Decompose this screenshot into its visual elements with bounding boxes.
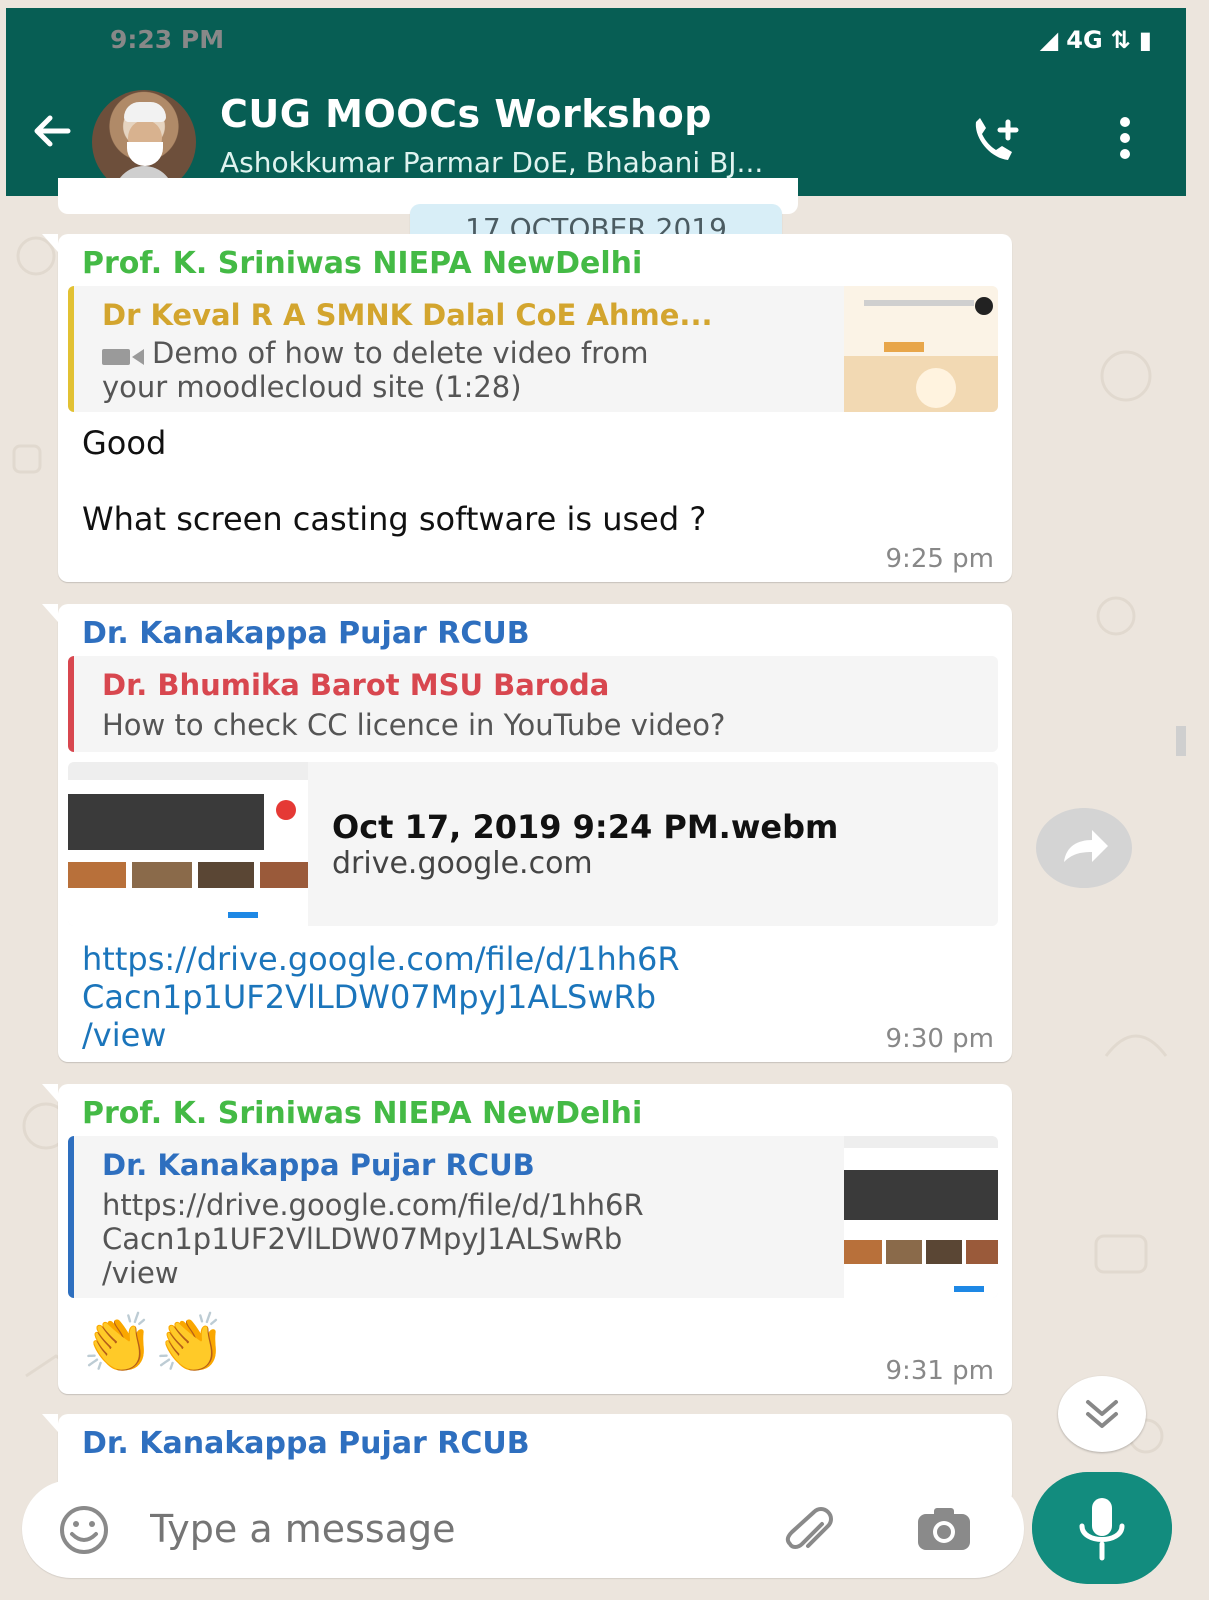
quote-thumbnail bbox=[844, 1136, 998, 1298]
back-arrow-icon[interactable] bbox=[28, 108, 78, 154]
preview-title: Oct 17, 2019 9:24 PM.webm bbox=[332, 808, 839, 846]
chat-participants[interactable]: Ashokkumar Parmar DoE, Bhabani BJ... bbox=[220, 146, 763, 179]
message-input[interactable] bbox=[148, 1498, 652, 1560]
reply-quote[interactable]: Dr Keval R A SMNK Dalal CoE Ahme... Demo… bbox=[68, 286, 998, 412]
message-time: 9:31 pm bbox=[885, 1356, 994, 1386]
message-time: 9:25 pm bbox=[885, 544, 994, 574]
message-text: What screen casting software is used ? bbox=[82, 500, 707, 538]
more-vert-icon[interactable] bbox=[1118, 116, 1132, 160]
quote-bar bbox=[68, 286, 74, 412]
message-link[interactable]: /view bbox=[82, 1016, 166, 1054]
clapping-emoji: 👏👏 bbox=[82, 1309, 227, 1377]
quote-text: your moodlecloud site (1:28) bbox=[102, 370, 522, 404]
status-time: 9:23 PM bbox=[110, 25, 225, 54]
network-label: 4G bbox=[1066, 26, 1103, 54]
quote-bar bbox=[68, 1136, 74, 1298]
scroll-down-icon[interactable] bbox=[1058, 1376, 1146, 1452]
avatar-beard bbox=[127, 142, 163, 166]
message-time: 9:30 pm bbox=[885, 1024, 994, 1054]
quote-thumbnail bbox=[844, 286, 998, 412]
message-link[interactable]: https://drive.google.com/file/d/1hh6R bbox=[82, 940, 680, 978]
quote-bar bbox=[68, 656, 74, 752]
quote-sender: Dr. Kanakappa Pujar RCUB bbox=[102, 1148, 535, 1182]
status-icons: ◢ 4G ⇅ ▮ bbox=[1040, 26, 1152, 54]
message-text: Good bbox=[82, 424, 167, 462]
quote-text: https://drive.google.com/file/d/1hh6R bbox=[102, 1188, 644, 1222]
mic-icon[interactable] bbox=[1032, 1472, 1172, 1584]
status-bar: 9:23 PM ◢ 4G ⇅ ▮ bbox=[6, 8, 1186, 70]
message-composer bbox=[22, 1480, 1024, 1578]
quote-sender: Dr Keval R A SMNK Dalal CoE Ahme... bbox=[102, 298, 713, 332]
battery-icon: ▮ bbox=[1138, 26, 1152, 54]
reply-quote[interactable]: Dr. Bhumika Barot MSU Baroda How to chec… bbox=[68, 656, 998, 752]
message-link[interactable]: Cacn1p1UF2VlLDW07MpyJ1ALSwRb bbox=[82, 978, 656, 1016]
whatsapp-screen: 9:23 PM ◢ 4G ⇅ ▮ CUG MOOCs Workshop Asho… bbox=[6, 8, 1186, 1600]
message-sender[interactable]: Prof. K. Sriniwas NIEPA NewDelhi bbox=[82, 1096, 642, 1131]
message-sender[interactable]: Prof. K. Sriniwas NIEPA NewDelhi bbox=[82, 246, 642, 281]
reply-quote[interactable]: Dr. Kanakappa Pujar RCUB https://drive.g… bbox=[68, 1136, 998, 1298]
chat-area[interactable]: 17 OCTOBER 2019 Prof. K. Sriniwas NIEPA … bbox=[6, 178, 1186, 1504]
emoji-icon[interactable] bbox=[58, 1504, 110, 1556]
chat-title[interactable]: CUG MOOCs Workshop bbox=[220, 92, 712, 136]
message-bubble[interactable]: Prof. K. Sriniwas NIEPA NewDelhi Dr. Kan… bbox=[42, 1084, 1012, 1394]
message-bubble[interactable]: Dr. Kanakappa Pujar RCUB Dr. Bhumika Bar… bbox=[42, 604, 1012, 1062]
quote-sender: Dr. Bhumika Barot MSU Baroda bbox=[102, 668, 610, 702]
forward-icon[interactable] bbox=[1036, 808, 1132, 888]
preview-site: drive.google.com bbox=[332, 846, 593, 881]
preview-thumbnail bbox=[68, 762, 308, 926]
quote-text: Cacn1p1UF2VlLDW07MpyJ1ALSwRb bbox=[102, 1222, 623, 1256]
attach-icon[interactable] bbox=[782, 1506, 838, 1562]
message-bubble[interactable]: Prof. K. Sriniwas NIEPA NewDelhi Dr Keva… bbox=[42, 234, 1012, 582]
message-sender[interactable]: Dr. Kanakappa Pujar RCUB bbox=[82, 616, 530, 651]
data-arrows-icon: ⇅ bbox=[1110, 26, 1131, 54]
avatar-turban bbox=[124, 102, 166, 122]
camera-icon[interactable] bbox=[914, 1504, 974, 1556]
quote-text: Demo of how to delete video from bbox=[152, 336, 649, 370]
link-preview[interactable]: Oct 17, 2019 9:24 PM.webm drive.google.c… bbox=[68, 762, 998, 926]
signal-icon: ◢ bbox=[1039, 26, 1059, 54]
scroll-edge[interactable] bbox=[1176, 726, 1186, 756]
quote-text: /view bbox=[102, 1256, 179, 1290]
message-sender[interactable]: Dr. Kanakappa Pujar RCUB bbox=[82, 1426, 530, 1461]
video-icon bbox=[102, 349, 144, 365]
quote-text: How to check CC licence in YouTube video… bbox=[102, 708, 726, 742]
add-call-icon[interactable] bbox=[966, 114, 1026, 168]
